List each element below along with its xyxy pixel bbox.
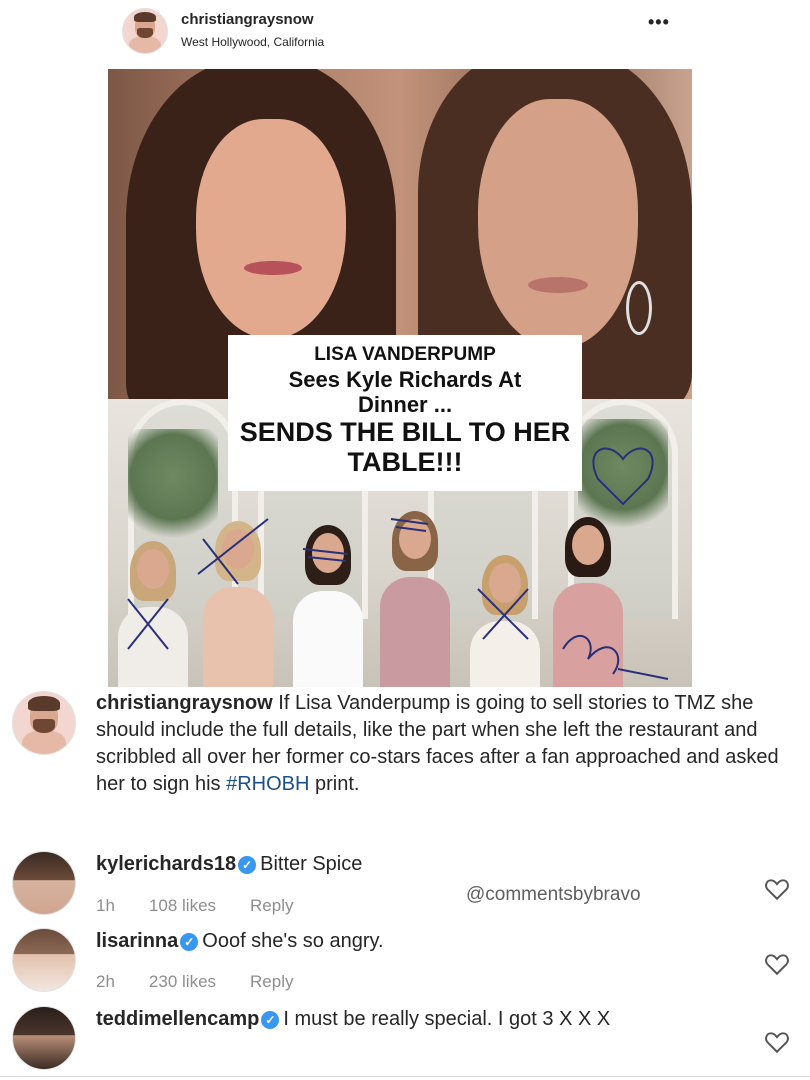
- comment-username[interactable]: lisarinna: [96, 930, 178, 952]
- caption-avatar[interactable]: [12, 691, 76, 755]
- commenter-avatar[interactable]: [12, 1006, 76, 1070]
- comment-body: kylerichards18 ✓ Bitter Spice: [96, 851, 736, 878]
- heart-icon[interactable]: [764, 952, 790, 976]
- headline-line-4: SENDS THE BILL TO HER: [239, 417, 571, 447]
- comment-likes[interactable]: 108 likes: [149, 896, 216, 915]
- comment-likes[interactable]: 230 likes: [149, 972, 216, 991]
- headline-box: LISA VANDERPUMP Sees Kyle Richards At Di…: [228, 335, 582, 491]
- comment-body: teddimellencamp ✓ I must be really special…: [96, 1006, 756, 1033]
- reply-button[interactable]: Reply: [250, 972, 293, 991]
- comment-time: 2h: [96, 972, 115, 991]
- author-avatar[interactable]: [122, 8, 168, 54]
- comment-text: Bitter Spice: [260, 853, 363, 875]
- comment-text: Ooof she's so angry.: [202, 930, 384, 952]
- headline-line-5: TABLE!!!: [347, 447, 463, 477]
- caption-text-end: print.: [309, 773, 360, 795]
- heart-icon[interactable]: [764, 877, 790, 901]
- caption-username[interactable]: christiangraysnow: [96, 692, 273, 714]
- verified-badge-icon: ✓: [238, 856, 257, 874]
- comment-text: I must be really special. I got 3 X X X: [283, 1008, 611, 1030]
- comment-meta: 2h 230 likes Reply: [96, 972, 328, 992]
- comment-username[interactable]: teddimellencamp: [96, 1008, 259, 1030]
- comment-username[interactable]: kylerichards18: [96, 853, 236, 875]
- reply-button[interactable]: Reply: [250, 896, 293, 915]
- comment-time: 1h: [96, 896, 115, 915]
- commenter-avatar[interactable]: [12, 928, 76, 992]
- post-image[interactable]: LISA VANDERPUMP Sees Kyle Richards At Di…: [108, 69, 692, 687]
- author-username[interactable]: christiangraysnow: [181, 11, 314, 28]
- watermark: @commentsbybravo: [466, 884, 641, 905]
- commenter-avatar[interactable]: [12, 851, 76, 915]
- headline-line-1: LISA VANDERPUMP: [314, 344, 496, 365]
- post-header: christiangraysnow West Hollywood, Califo…: [0, 0, 810, 62]
- comment-body: lisarinna ✓ Ooof she's so angry.: [96, 928, 736, 955]
- caption: christiangraysnow If Lisa Vanderpump is …: [96, 690, 786, 798]
- divider: [0, 1076, 810, 1077]
- post-location[interactable]: West Hollywood, California: [181, 35, 324, 49]
- verified-badge-icon: ✓: [261, 1011, 280, 1029]
- headline-line-2: Sees Kyle Richards At: [288, 367, 522, 392]
- hashtag-link[interactable]: #RHOBH: [226, 773, 309, 795]
- heart-icon[interactable]: [764, 1030, 790, 1054]
- headline-line-3: Dinner ...: [357, 392, 453, 417]
- verified-badge-icon: ✓: [180, 933, 199, 951]
- comment-meta: 1h 108 likes Reply: [96, 896, 328, 916]
- more-icon[interactable]: •••: [648, 13, 678, 36]
